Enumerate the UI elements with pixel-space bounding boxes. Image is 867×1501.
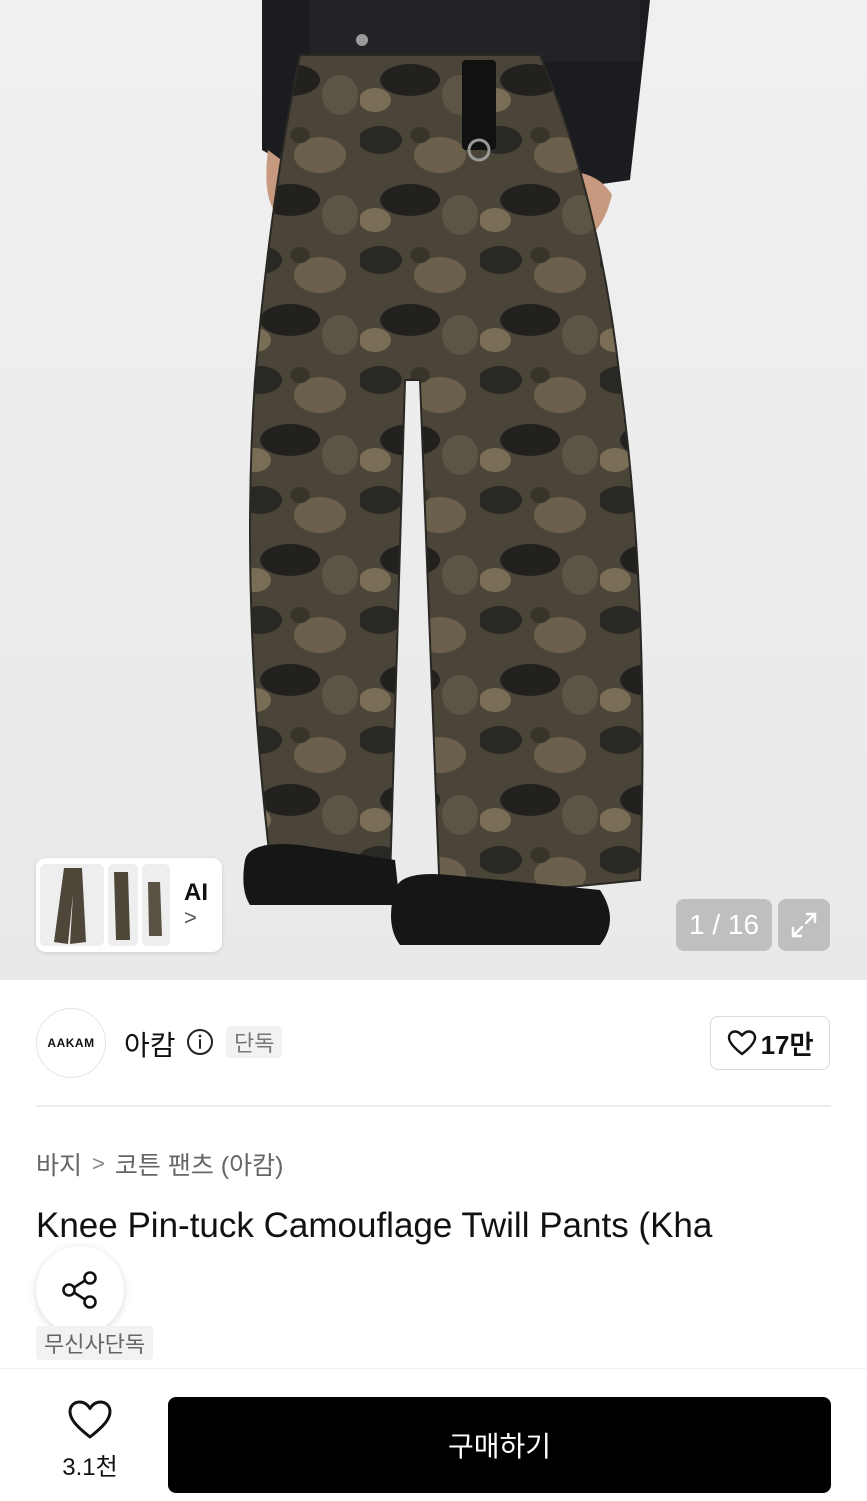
divider	[36, 1105, 831, 1107]
brand-logo[interactable]: AAKAM	[36, 1008, 106, 1078]
share-button[interactable]	[36, 1246, 124, 1334]
image-counter: 1 / 16	[676, 899, 772, 951]
buy-button[interactable]: 구매하기	[168, 1397, 831, 1493]
exclusive-badge: 단독	[226, 1026, 283, 1058]
thumbnail-1[interactable]	[40, 864, 104, 946]
thumbnail-image	[108, 864, 138, 946]
brand-like-button[interactable]: 17만	[710, 1016, 830, 1070]
wish-count: 3.1천	[62, 1454, 118, 1481]
wishlist-button[interactable]: 3.1천	[50, 1399, 130, 1482]
heart-icon	[727, 1030, 756, 1056]
expand-button[interactable]	[778, 899, 830, 951]
chevron-right-icon: >	[184, 905, 197, 931]
brand-row: AAKAM 아캄 단독 17만	[36, 1006, 831, 1080]
bottom-action-bar: 3.1천 구매하기	[0, 1368, 867, 1501]
thumbnail-2[interactable]	[108, 864, 138, 946]
musinsa-exclusive-tag: 무신사단독	[36, 1326, 154, 1360]
breadcrumb-subcategory[interactable]: 코튼 팬츠 (아캄)	[115, 1146, 284, 1182]
share-icon	[62, 1271, 97, 1309]
ai-thumbnail-strip[interactable]: AI >	[36, 858, 222, 952]
ai-label: AI	[184, 878, 208, 906]
thumbnail-image	[142, 864, 170, 946]
thumbnail-3[interactable]	[142, 864, 170, 946]
product-photo	[243, 0, 650, 945]
thumbnail-image	[40, 864, 104, 946]
like-count: 17만	[760, 1029, 814, 1060]
thumbnail-list	[40, 862, 172, 948]
info-icon[interactable]	[186, 1028, 214, 1056]
ai-link[interactable]: AI >	[184, 878, 208, 931]
chevron-right-icon: >	[92, 1151, 105, 1176]
heart-icon	[68, 1400, 112, 1439]
product-title: Knee Pin-tuck Camouflage Twill Pants (Kh…	[36, 1206, 713, 1245]
breadcrumb-category[interactable]: 바지	[36, 1146, 82, 1182]
brand-name[interactable]: 아캄	[124, 1024, 176, 1064]
breadcrumb: 바지 > 코튼 팬츠 (아캄)	[36, 1146, 283, 1182]
expand-icon	[791, 912, 817, 938]
product-image-gallery[interactable]: AI > 1 / 16	[0, 0, 867, 980]
